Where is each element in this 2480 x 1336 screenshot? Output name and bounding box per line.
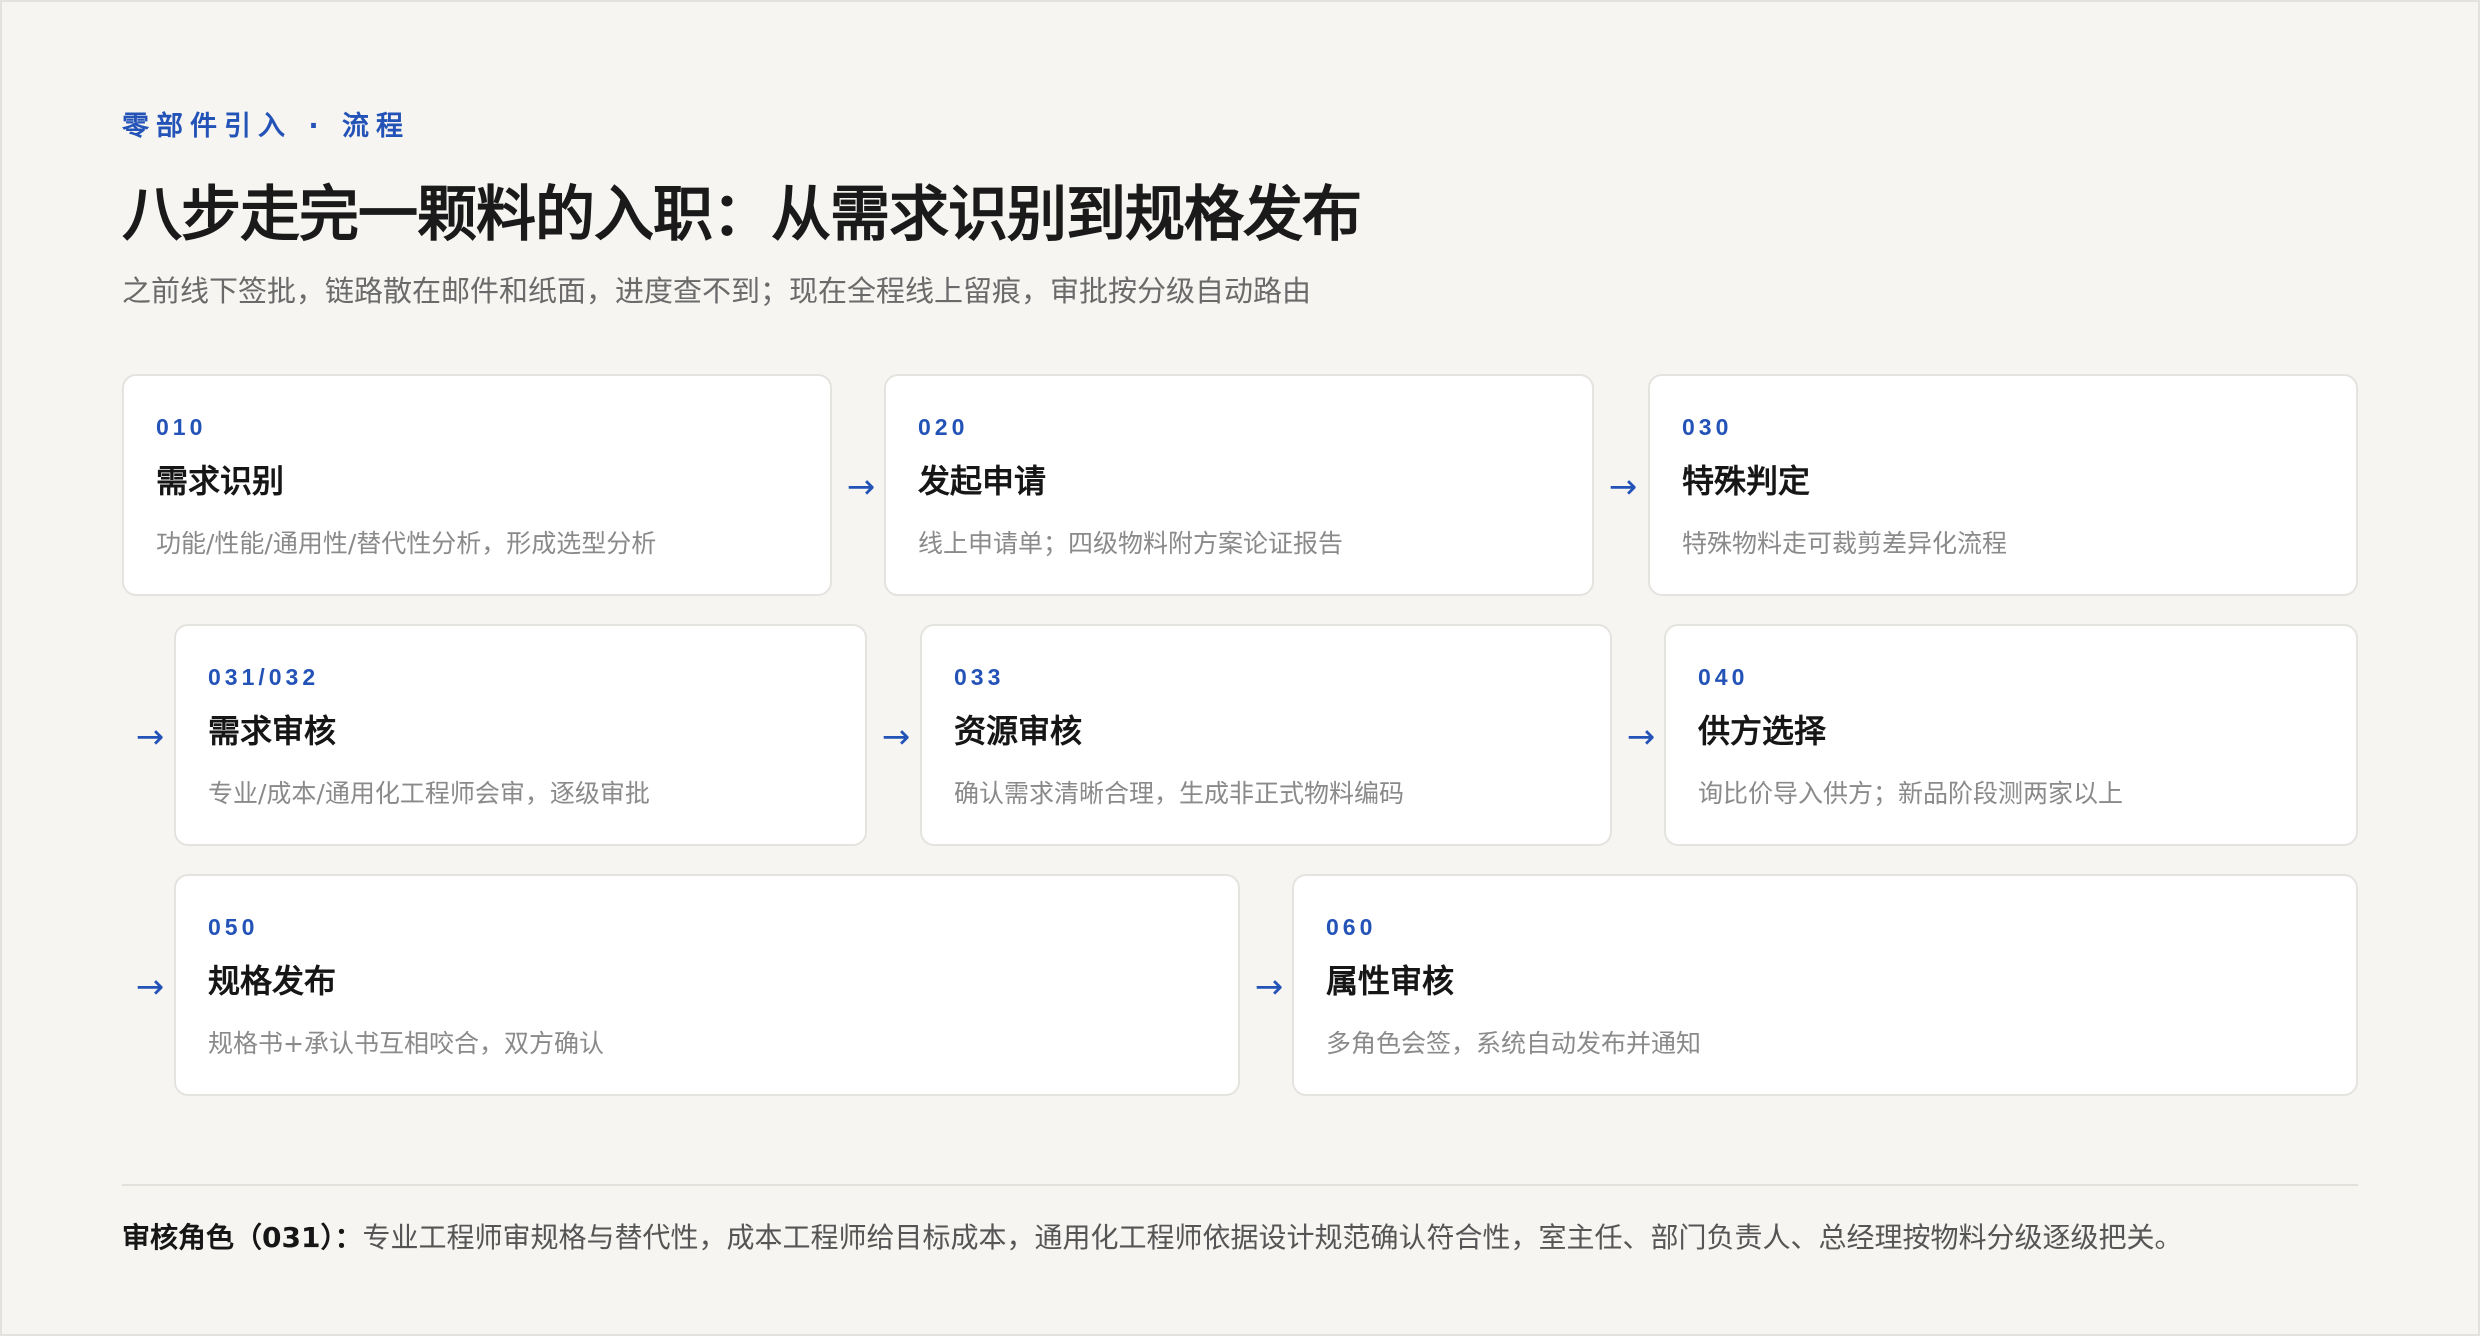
- step-description: 询比价导入供方；新品阶段测两家以上: [1698, 779, 2124, 808]
- step-code: 030: [1682, 414, 1733, 440]
- step-card-033: 033 资源审核 确认需求清晰合理，生成非正式物料编码: [920, 624, 1612, 846]
- step-name: 发起申请: [918, 462, 1047, 500]
- flow-arrow-icon: →: [1626, 717, 1656, 757]
- step-code: 020: [918, 414, 969, 440]
- step-description: 特殊物料走可裁剪差异化流程: [1682, 529, 2008, 558]
- step-code: 031/032: [208, 664, 320, 690]
- step-card-050: 050 规格发布 规格书+承认书互相咬合，双方确认: [174, 874, 1240, 1096]
- step-code: 040: [1698, 664, 1749, 690]
- step-code: 050: [208, 914, 259, 940]
- step-description: 确认需求清晰合理，生成非正式物料编码: [954, 779, 1405, 808]
- step-card-030: 030 特殊判定 特殊物料走可裁剪差异化流程: [1648, 374, 2358, 596]
- step-name: 需求识别: [156, 462, 285, 500]
- flow-arrow-icon: →: [135, 717, 165, 757]
- step-card-020: 020 发起申请 线上申请单；四级物料附方案论证报告: [884, 374, 1594, 596]
- step-code: 010: [156, 414, 207, 440]
- step-description: 功能/性能/通用性/替代性分析，形成选型分析: [156, 529, 657, 558]
- footer-note: 审核角色（031）：专业工程师审规格与替代性，成本工程师给目标成本，通用化工程师…: [122, 1216, 2182, 1256]
- step-name: 需求审核: [208, 712, 337, 750]
- step-code: 060: [1326, 914, 1377, 940]
- flow-arrow-icon: →: [846, 467, 876, 507]
- footer-lead: 审核角色（031）：: [122, 1221, 363, 1254]
- step-card-060: 060 属性审核 多角色会签，系统自动发布并通知: [1292, 874, 2358, 1096]
- step-card-040: 040 供方选择 询比价导入供方；新品阶段测两家以上: [1664, 624, 2358, 846]
- step-code: 033: [954, 664, 1005, 690]
- footer-divider: [122, 1184, 2358, 1186]
- step-name: 属性审核: [1326, 962, 1455, 1000]
- step-description: 线上申请单；四级物料附方案论证报告: [918, 529, 1344, 558]
- step-name: 特殊判定: [1682, 462, 1811, 500]
- flow-arrow-icon: →: [1608, 467, 1638, 507]
- step-name: 资源审核: [954, 712, 1083, 750]
- flow-arrow-icon: →: [881, 717, 911, 757]
- step-name: 规格发布: [208, 962, 337, 1000]
- flow-arrow-icon: →: [1254, 967, 1284, 1007]
- step-name: 供方选择: [1698, 712, 1827, 750]
- footer-text: 专业工程师审规格与替代性，成本工程师给目标成本，通用化工程师依据设计规范确认符合…: [362, 1221, 2183, 1254]
- step-card-010: 010 需求识别 功能/性能/通用性/替代性分析，形成选型分析: [122, 374, 832, 596]
- step-card-031-032: 031/032 需求审核 专业/成本/通用化工程师会审，逐级审批: [174, 624, 867, 846]
- step-description: 多角色会签，系统自动发布并通知: [1326, 1029, 1702, 1058]
- flow-arrow-icon: →: [135, 967, 165, 1007]
- step-description: 规格书+承认书互相咬合，双方确认: [208, 1029, 604, 1058]
- page-subtitle: 之前线下签批，链路散在邮件和纸面，进度查不到；现在全程线上留痕，审批按分级自动路…: [122, 274, 1312, 308]
- step-description: 专业/成本/通用化工程师会审，逐级审批: [208, 779, 650, 808]
- section-eyebrow: 零部件引入 · 流程: [122, 111, 411, 142]
- page-title: 八步走完一颗料的入职：从需求识别到规格发布: [122, 180, 1362, 250]
